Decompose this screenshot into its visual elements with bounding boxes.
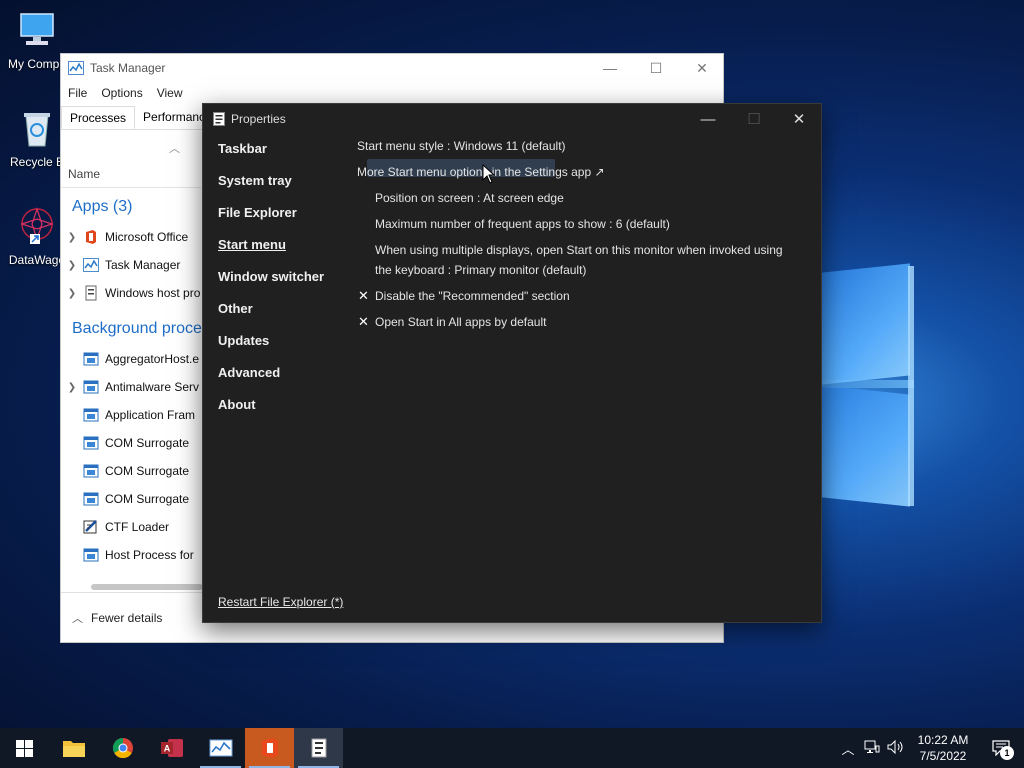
option-disable-recommended[interactable]: Disable the "Recommended" section <box>375 289 570 303</box>
menu-file[interactable]: File <box>68 86 87 100</box>
horizontal-scrollbar[interactable] <box>91 584 203 590</box>
taskbar-file-explorer[interactable] <box>49 728 98 768</box>
nav-start-menu[interactable]: Start menu <box>218 237 286 252</box>
nav-taskbar[interactable]: Taskbar <box>218 141 267 156</box>
file-explorer-icon <box>62 741 85 757</box>
access-icon: A <box>160 739 183 757</box>
window-process-icon <box>83 352 99 366</box>
process-row[interactable]: ❯ Microsoft Office <box>61 223 203 251</box>
nav-about[interactable]: About <box>218 397 256 412</box>
tab-processes[interactable]: Processes <box>61 106 136 129</box>
expand-chevron-icon[interactable]: ❯ <box>61 288 83 299</box>
minimize-button[interactable]: — <box>685 104 731 134</box>
close-button[interactable]: ✕ <box>679 54 725 82</box>
process-row[interactable]: COM Surrogate <box>61 429 203 457</box>
taskbar-access[interactable]: A <box>147 728 196 768</box>
sort-caret-icon[interactable]: ︿ <box>169 140 180 156</box>
taskbar-chrome[interactable] <box>98 728 147 768</box>
group-apps: Apps (3) <box>72 198 133 215</box>
window-process-icon <box>83 380 99 394</box>
chevron-up-icon: ︿ <box>72 612 83 625</box>
option-open-all-apps[interactable]: Open Start in All apps by default <box>375 315 546 329</box>
option-multi-display-line2[interactable]: the keyboard : Primary monitor (default) <box>375 263 586 277</box>
taskbar: A ︿ 10:22 AM 7/5/2022 1 <box>0 728 1024 768</box>
restart-file-explorer-link[interactable]: Restart File Explorer (*) <box>218 595 343 609</box>
start-button[interactable] <box>0 728 49 768</box>
process-row[interactable]: COM Surrogate <box>61 457 203 485</box>
process-row[interactable]: ❯ Windows host pro <box>61 279 203 307</box>
computer-icon <box>20 13 54 45</box>
process-row[interactable]: ❯ Antimalware Serv <box>61 373 203 401</box>
volume-icon[interactable] <box>884 739 908 757</box>
close-button[interactable]: ✕ <box>776 104 822 134</box>
process-row[interactable]: COM Surrogate <box>61 485 203 513</box>
task-manager-menubar: File Options View <box>61 82 723 104</box>
system-clock[interactable]: 10:22 AM 7/5/2022 <box>908 732 978 764</box>
datawagon-icon <box>20 207 54 244</box>
process-row[interactable]: AggregatorHost.e <box>61 345 203 373</box>
nav-window-switcher[interactable]: Window switcher <box>218 269 324 284</box>
clock-time: 10:22 AM <box>917 733 969 747</box>
process-row[interactable]: Host Process for <box>61 541 203 569</box>
taskbar-office[interactable] <box>245 728 294 768</box>
maximize-button: ☐ <box>747 111 761 128</box>
process-row[interactable]: Application Fram <box>61 401 203 429</box>
minimize-button[interactable]: — <box>587 54 633 82</box>
nav-system-tray[interactable]: System tray <box>218 173 292 188</box>
process-row[interactable]: ❯ Task Manager <box>61 251 203 279</box>
office-icon <box>261 738 278 758</box>
column-header-name[interactable]: Name <box>61 162 201 188</box>
window-process-icon <box>83 436 99 450</box>
nav-file-explorer[interactable]: File Explorer <box>218 205 297 220</box>
chrome-icon <box>112 737 133 759</box>
mouse-cursor-icon <box>482 164 496 184</box>
properties-title: Properties <box>231 112 286 126</box>
task-manager-icon <box>83 258 99 272</box>
window-process-icon <box>83 408 99 422</box>
expand-chevron-icon[interactable]: ❯ <box>61 232 83 243</box>
menu-view[interactable]: View <box>157 86 183 100</box>
windows-host-icon <box>85 285 97 301</box>
ctf-loader-icon <box>83 520 97 534</box>
checked-x-icon[interactable]: ✕ <box>358 314 369 330</box>
window-process-icon <box>83 548 99 562</box>
office-icon <box>86 230 96 244</box>
task-manager-titlebar[interactable]: Task Manager — ☐ ✕ <box>61 54 723 82</box>
properties-icon <box>213 112 225 126</box>
checked-x-icon[interactable]: ✕ <box>358 288 369 304</box>
option-multi-display-line1[interactable]: When using multiple displays, open Start… <box>375 243 783 257</box>
show-hidden-icons-chevron-icon[interactable]: ︿ <box>836 739 860 758</box>
system-tray: ︿ 10:22 AM 7/5/2022 1 <box>836 728 1024 768</box>
task-manager-title: Task Manager <box>90 61 166 75</box>
notification-center-button[interactable]: 1 <box>978 728 1024 768</box>
group-background: Background proces <box>72 320 210 337</box>
option-more-settings-link[interactable]: More Start menu options in the Settings … <box>357 165 605 179</box>
expand-chevron-icon[interactable]: ❯ <box>61 260 83 271</box>
clock-date: 7/5/2022 <box>919 749 967 763</box>
notification-badge: 1 <box>1000 746 1014 760</box>
taskbar-properties[interactable] <box>294 728 343 768</box>
nav-updates[interactable]: Updates <box>218 333 269 348</box>
properties-window[interactable]: Properties — ☐ ✕ Taskbar System tray Fil… <box>202 103 822 623</box>
expand-chevron-icon[interactable]: ❯ <box>61 382 83 393</box>
svg-text:A: A <box>163 744 170 754</box>
option-position[interactable]: Position on screen : At screen edge <box>375 191 564 205</box>
option-max-frequent-apps[interactable]: Maximum number of frequent apps to show … <box>375 217 670 231</box>
start-icon <box>16 739 33 757</box>
recycle-bin-icon <box>24 113 50 147</box>
maximize-button[interactable]: ☐ <box>633 54 679 82</box>
nav-other[interactable]: Other <box>218 301 253 316</box>
nav-advanced[interactable]: Advanced <box>218 365 280 380</box>
process-row[interactable]: CTF Loader <box>61 513 203 541</box>
task-manager-icon <box>68 61 84 75</box>
window-process-icon <box>83 492 99 506</box>
option-start-menu-style[interactable]: Start menu style : Windows 11 (default) <box>357 139 566 153</box>
taskbar-task-manager[interactable] <box>196 728 245 768</box>
properties-icon <box>311 738 326 758</box>
task-manager-icon <box>209 739 232 757</box>
window-process-icon <box>83 464 99 478</box>
menu-options[interactable]: Options <box>101 86 142 100</box>
network-icon[interactable] <box>860 740 884 757</box>
